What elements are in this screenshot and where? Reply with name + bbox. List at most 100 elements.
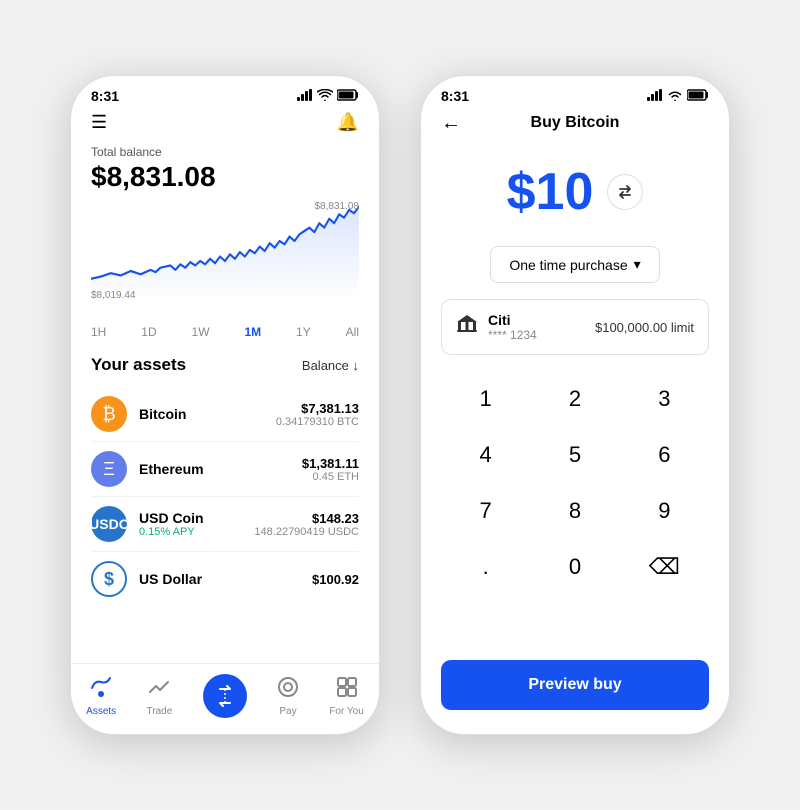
ethereum-name: Ethereum bbox=[139, 461, 302, 477]
key-9[interactable]: 9 bbox=[620, 483, 709, 539]
screen-title: Buy Bitcoin bbox=[531, 114, 620, 132]
nav-pay-label: Pay bbox=[279, 706, 296, 717]
signal-icon-right bbox=[647, 89, 663, 104]
purchase-type-label: One time purchase bbox=[509, 257, 627, 273]
left-phone: 8:31 bbox=[70, 75, 380, 735]
nav-foryou-label: For You bbox=[329, 706, 363, 717]
bottom-nav: Assets Trade Pay For You bbox=[71, 663, 379, 734]
usd-icon: $ bbox=[91, 561, 127, 597]
menu-icon[interactable]: ☰ bbox=[91, 112, 107, 133]
chart-min-label: $8,019.44 bbox=[91, 290, 136, 301]
chart-svg bbox=[91, 201, 359, 301]
assets-title: Your assets bbox=[91, 355, 186, 375]
ethereum-icon: Ξ bbox=[91, 451, 127, 487]
bitcoin-info: Bitcoin bbox=[139, 406, 276, 422]
right-status-bar: 8:31 bbox=[421, 76, 729, 108]
key-0[interactable]: 0 bbox=[530, 539, 619, 595]
left-time: 8:31 bbox=[91, 88, 119, 104]
notification-icon[interactable]: 🔔 bbox=[337, 112, 359, 133]
key-dot[interactable]: . bbox=[441, 539, 530, 595]
usdc-apy: 0.15% APY bbox=[139, 526, 254, 538]
usd-info: US Dollar bbox=[139, 571, 312, 587]
payment-account-num: **** 1234 bbox=[488, 328, 585, 342]
bitcoin-usd: $7,381.13 bbox=[276, 401, 359, 416]
key-1[interactable]: 1 bbox=[441, 371, 530, 427]
key-3[interactable]: 3 bbox=[620, 371, 709, 427]
nav-trade-label: Trade bbox=[147, 706, 173, 717]
swap-currency-button[interactable] bbox=[607, 174, 643, 210]
back-button[interactable]: ← bbox=[441, 112, 461, 135]
key-2[interactable]: 2 bbox=[530, 371, 619, 427]
usd-name: US Dollar bbox=[139, 571, 312, 587]
key-6[interactable]: 6 bbox=[620, 427, 709, 483]
filter-all[interactable]: All bbox=[346, 325, 359, 339]
filter-1m[interactable]: 1M bbox=[244, 325, 261, 339]
key-4[interactable]: 4 bbox=[441, 427, 530, 483]
balance-label: Total balance bbox=[91, 145, 359, 159]
right-status-icons bbox=[647, 89, 709, 104]
assets-header: Your assets Balance ↓ bbox=[91, 355, 359, 375]
chevron-down-icon: ▾ bbox=[634, 256, 641, 273]
filter-1w[interactable]: 1W bbox=[192, 325, 210, 339]
bitcoin-icon: ₿ bbox=[91, 396, 127, 432]
ethereum-usd: $1,381.11 bbox=[302, 456, 359, 471]
trade-icon bbox=[148, 676, 170, 704]
payment-bank-name: Citi bbox=[488, 312, 585, 328]
assets-icon bbox=[90, 676, 112, 704]
convert-button[interactable] bbox=[203, 674, 247, 718]
key-8[interactable]: 8 bbox=[530, 483, 619, 539]
filter-1d[interactable]: 1D bbox=[141, 325, 156, 339]
chart-max-label: $8,831.08 bbox=[315, 201, 360, 212]
key-7[interactable]: 7 bbox=[441, 483, 530, 539]
signal-icon bbox=[297, 89, 313, 104]
foryou-icon bbox=[336, 676, 358, 704]
purchase-type-button[interactable]: One time purchase ▾ bbox=[490, 246, 659, 283]
usdc-name: USD Coin bbox=[139, 510, 254, 526]
nav-trade[interactable]: Trade bbox=[147, 676, 173, 717]
battery-icon bbox=[337, 89, 359, 104]
time-filters: 1H 1D 1W 1M 1Y All bbox=[91, 321, 359, 347]
usdc-usd: $148.23 bbox=[254, 511, 359, 526]
usdc-info: USD Coin 0.15% APY bbox=[139, 510, 254, 538]
asset-row-usd[interactable]: $ US Dollar $100.92 bbox=[91, 552, 359, 606]
key-backspace[interactable]: ⌫ bbox=[620, 539, 709, 595]
left-status-icons bbox=[297, 89, 359, 104]
usd-values: $100.92 bbox=[312, 572, 359, 587]
bitcoin-crypto: 0.34179310 BTC bbox=[276, 416, 359, 428]
right-time: 8:31 bbox=[441, 88, 469, 104]
left-status-bar: 8:31 bbox=[71, 76, 379, 108]
ethereum-values: $1,381.11 0.45 ETH bbox=[302, 456, 359, 483]
price-chart: $8,831.08 $8,019.44 bbox=[91, 201, 359, 321]
payment-method[interactable]: Citi **** 1234 $100,000.00 limit bbox=[441, 299, 709, 355]
assets-sort[interactable]: Balance ↓ bbox=[302, 358, 359, 373]
nav-convert[interactable] bbox=[203, 674, 247, 718]
keypad: 1 2 3 4 5 6 7 8 9 . 0 ⌫ bbox=[441, 371, 709, 595]
right-phone: 8:31 bbox=[420, 75, 730, 735]
asset-row-bitcoin[interactable]: ₿ Bitcoin $7,381.13 0.34179310 BTC bbox=[91, 387, 359, 442]
asset-row-ethereum[interactable]: Ξ Ethereum $1,381.11 0.45 ETH bbox=[91, 442, 359, 497]
balance-value: $8,831.08 bbox=[91, 161, 359, 193]
bitcoin-name: Bitcoin bbox=[139, 406, 276, 422]
asset-row-usdc[interactable]: USDC USD Coin 0.15% APY $148.23 148.2279… bbox=[91, 497, 359, 552]
usdc-crypto: 148.22790419 USDC bbox=[254, 526, 359, 538]
payment-info: Citi **** 1234 bbox=[488, 312, 585, 342]
battery-icon-right bbox=[687, 89, 709, 104]
payment-limit: $100,000.00 limit bbox=[595, 320, 694, 335]
nav-foryou[interactable]: For You bbox=[329, 676, 363, 717]
filter-1y[interactable]: 1Y bbox=[296, 325, 311, 339]
usd-value: $100.92 bbox=[312, 572, 359, 587]
preview-buy-button[interactable]: Preview buy bbox=[441, 660, 709, 710]
wifi-icon-right bbox=[667, 89, 683, 104]
bank-icon bbox=[456, 315, 478, 339]
ethereum-crypto: 0.45 ETH bbox=[302, 471, 359, 483]
filter-1h[interactable]: 1H bbox=[91, 325, 106, 339]
key-5[interactable]: 5 bbox=[530, 427, 619, 483]
usdc-values: $148.23 148.22790419 USDC bbox=[254, 511, 359, 538]
nav-assets-label: Assets bbox=[86, 706, 116, 717]
nav-assets[interactable]: Assets bbox=[86, 676, 116, 717]
bitcoin-values: $7,381.13 0.34179310 BTC bbox=[276, 401, 359, 428]
amount-value: $10 bbox=[507, 162, 594, 222]
ethereum-info: Ethereum bbox=[139, 461, 302, 477]
nav-pay[interactable]: Pay bbox=[277, 676, 299, 717]
pay-icon bbox=[277, 676, 299, 704]
